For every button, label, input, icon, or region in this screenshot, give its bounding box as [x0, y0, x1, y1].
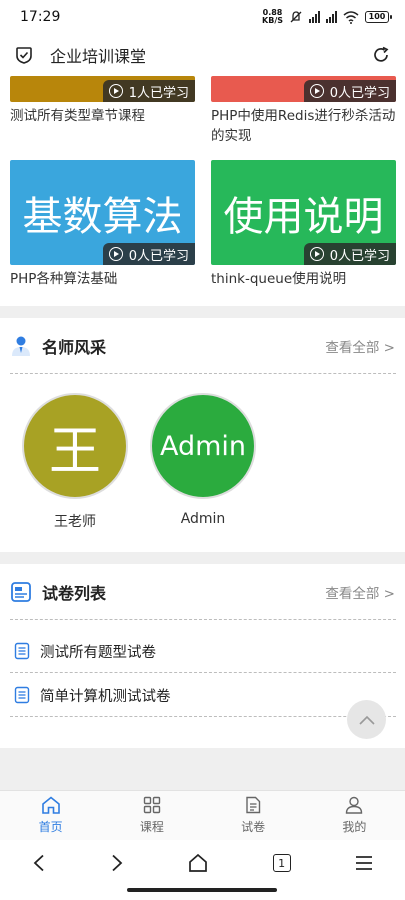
teachers-section-header: 名师风采 查看全部 >: [0, 318, 405, 374]
learner-count-badge: 0人已学习: [303, 80, 396, 102]
teacher-card[interactable]: Admin Admin: [150, 393, 256, 527]
cover-text: 基数算法: [22, 193, 183, 240]
back-icon[interactable]: [32, 854, 46, 872]
battery-icon: 100: [365, 11, 392, 23]
status-time: 17:29: [20, 9, 61, 25]
course-title: PHP各种算法基础: [10, 271, 118, 287]
app-screen: 17:29 0.88 KB/S 100 企业培训课堂 1人已学习 测试所有类型章: [0, 0, 405, 900]
forward-icon[interactable]: [110, 854, 124, 872]
learner-count: 0人已学习: [128, 248, 189, 264]
status-icons: 0.88 KB/S 100: [262, 9, 392, 25]
teacher-avatar: 王: [22, 393, 128, 499]
bottom-tab-bar: 首页 课程 试卷 我的: [0, 790, 405, 840]
section-divider: [0, 552, 405, 564]
course-cover: 基数算法 0人已学习: [10, 160, 195, 265]
section-title: 名师风采: [42, 338, 107, 357]
paper-title: 测试所有题型试卷: [40, 644, 156, 661]
tabs-count: 1: [278, 856, 286, 870]
view-all-teachers-link[interactable]: 查看全部 >: [325, 336, 395, 356]
play-icon: [309, 247, 324, 261]
shield-check-icon: [16, 47, 32, 64]
signal-icon-2: [326, 11, 337, 23]
learner-count-badge: 1人已学习: [102, 80, 195, 102]
play-icon: [309, 84, 324, 98]
chevron-up-icon: [358, 715, 375, 725]
tab-home[interactable]: 首页: [0, 791, 101, 840]
teacher-card[interactable]: 王 王老师: [22, 393, 128, 531]
paper-title: 简单计算机测试试卷: [40, 688, 171, 705]
network-speed: 0.88 KB/S: [262, 9, 283, 25]
course-title: PHP中使用Redis进行秒杀活动的实现: [211, 108, 396, 144]
course-card[interactable]: 基数算法 0人已学习 PHP各种算法基础: [10, 160, 195, 289]
tab-courses[interactable]: 课程: [101, 791, 202, 840]
home-indicator: [127, 888, 277, 892]
dashed-divider: [10, 619, 396, 620]
course-cover: 使用说明 0人已学习: [211, 160, 396, 265]
section-title: 试卷列表: [42, 584, 107, 603]
teacher-avatar: Admin: [150, 393, 256, 499]
paper-list-item[interactable]: 测试所有题型试卷: [14, 640, 394, 662]
course-cover: 1人已学习: [10, 76, 195, 102]
dashed-divider: [10, 716, 396, 717]
signal-icon: [309, 11, 320, 23]
view-all-papers-link[interactable]: 查看全部 >: [325, 582, 395, 602]
course-title: 测试所有类型章节课程: [10, 108, 145, 124]
avatar-text: Admin: [159, 430, 247, 462]
teacher-name: 王老师: [54, 514, 96, 530]
grid-icon: [143, 796, 161, 814]
section-divider: [0, 306, 405, 318]
papers-section-header: 试卷列表 查看全部 >: [0, 564, 405, 620]
dashed-divider: [10, 373, 396, 374]
refresh-icon[interactable]: [371, 45, 391, 65]
course-title: think-queue使用说明: [211, 271, 347, 287]
play-icon: [108, 84, 123, 98]
mute-icon: [290, 11, 302, 23]
teacher-name: Admin: [180, 511, 226, 527]
paper-list-item[interactable]: 简单计算机测试试卷: [14, 684, 394, 706]
course-card[interactable]: 使用说明 0人已学习 think-queue使用说明: [211, 160, 396, 289]
document-list-icon: [14, 642, 30, 660]
learner-count: 0人已学习: [329, 85, 390, 101]
person-icon: [346, 796, 363, 814]
avatar-text: 王: [48, 421, 101, 482]
learner-count-badge: 0人已学习: [102, 243, 195, 265]
tabs-count-button[interactable]: 1: [272, 854, 291, 872]
learner-count-badge: 0人已学习: [303, 243, 396, 265]
tab-label: 我的: [342, 820, 367, 834]
document-list-icon: [14, 686, 30, 704]
play-icon: [108, 247, 123, 261]
exam-paper-icon: [11, 582, 31, 602]
course-card[interactable]: 1人已学习 测试所有类型章节课程: [10, 76, 195, 126]
course-cover: 0人已学习: [211, 76, 396, 102]
home-icon: [41, 796, 60, 814]
dashed-divider: [10, 672, 396, 673]
tab-profile[interactable]: 我的: [304, 791, 405, 840]
app-header: 企业培训课堂: [0, 34, 405, 76]
course-card[interactable]: 0人已学习 PHP中使用Redis进行秒杀活动的实现: [211, 76, 396, 146]
page-title: 企业培训课堂: [50, 47, 147, 66]
tab-label: 课程: [139, 820, 164, 834]
document-icon: [246, 796, 261, 814]
tab-label: 试卷: [241, 820, 266, 834]
status-bar: 17:29 0.88 KB/S 100: [0, 0, 405, 34]
home-nav-icon[interactable]: [188, 853, 208, 873]
teacher-icon: [12, 336, 30, 356]
network-speed-unit: KB/S: [262, 16, 283, 25]
menu-icon[interactable]: [355, 855, 373, 871]
learner-count: 0人已学习: [329, 248, 390, 264]
bottom-spacer: [0, 748, 405, 790]
learner-count: 1人已学习: [128, 85, 189, 101]
tab-papers[interactable]: 试卷: [203, 791, 304, 840]
wifi-icon: [343, 10, 359, 24]
cover-text: 使用说明: [223, 193, 384, 240]
tab-label: 首页: [38, 820, 63, 834]
scroll-to-top-button[interactable]: [347, 700, 386, 739]
